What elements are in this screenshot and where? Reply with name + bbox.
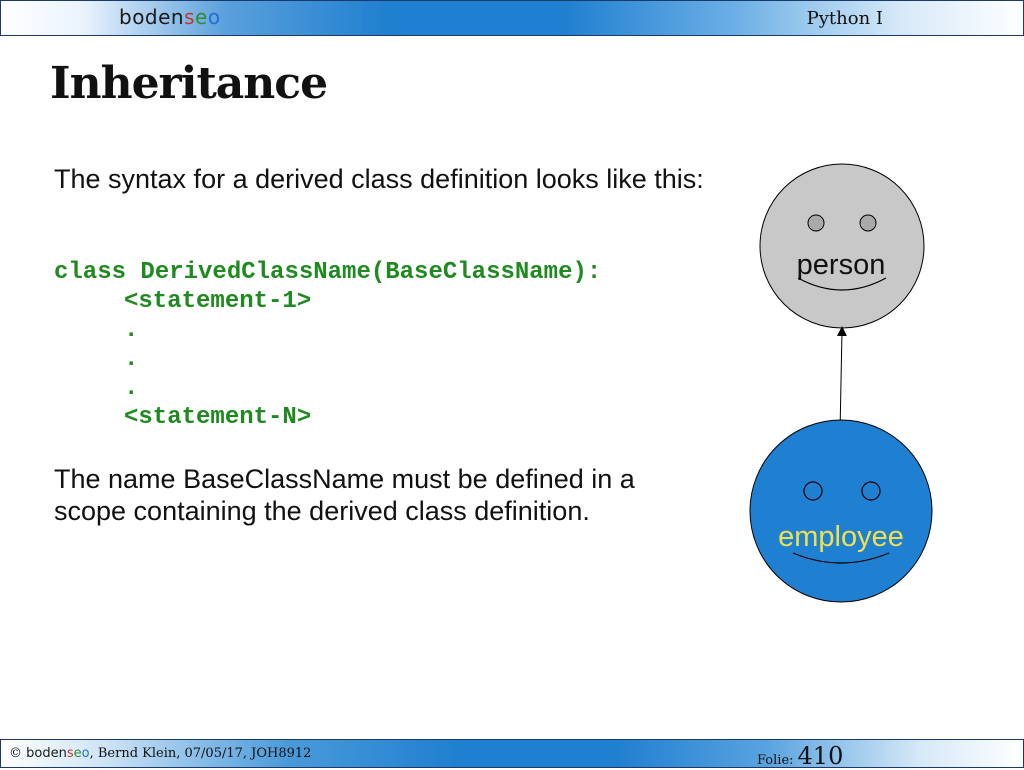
slide-title: Inheritance xyxy=(50,58,328,109)
inheritance-arrow xyxy=(836,326,847,434)
person-circle xyxy=(759,163,925,329)
footer-bar: © bodenseo, Bernd Klein, 07/05/17, JOH89… xyxy=(0,739,1024,770)
code-line-dot: . xyxy=(124,346,139,373)
header-bar: bodenseo Python I xyxy=(0,0,1024,36)
bodenseo-logo: bodenseo xyxy=(119,5,221,29)
employee-face: employee xyxy=(749,419,933,603)
person-right-eye xyxy=(859,214,877,232)
person-face: person xyxy=(759,163,925,329)
code-block: class DerivedClassName(BaseClassName): <s… xyxy=(54,258,601,432)
author-info: , Bernd Klein, 07/05/17, JOH8912 xyxy=(89,746,312,761)
code-line-statement-1: <statement-1> xyxy=(124,288,312,315)
course-title: Python I xyxy=(806,8,883,29)
slide-label: Folie: xyxy=(757,753,794,768)
intro-text: The syntax for a derived class definitio… xyxy=(54,164,704,194)
code-line-statement-n: <statement-N> xyxy=(124,404,312,431)
note-text: The name BaseClassName must be defined i… xyxy=(54,464,635,526)
slide-number: 410 xyxy=(797,742,844,770)
person-label: person xyxy=(797,249,886,281)
code-line-dot: . xyxy=(124,375,139,402)
code-line-dot: . xyxy=(124,317,139,344)
employee-label: employee xyxy=(778,521,904,553)
code-line-class: class DerivedClassName(BaseClassName): xyxy=(54,259,602,286)
person-left-eye xyxy=(807,214,825,232)
inheritance-diagram: person employee xyxy=(749,163,933,603)
slide-counter: Folie: 410 xyxy=(757,742,843,770)
footer-logo: bodenseo xyxy=(26,746,90,761)
employee-circle xyxy=(749,419,933,603)
copyright-notice: © bodenseo, Bernd Klein, 07/05/17, JOH89… xyxy=(9,746,312,761)
